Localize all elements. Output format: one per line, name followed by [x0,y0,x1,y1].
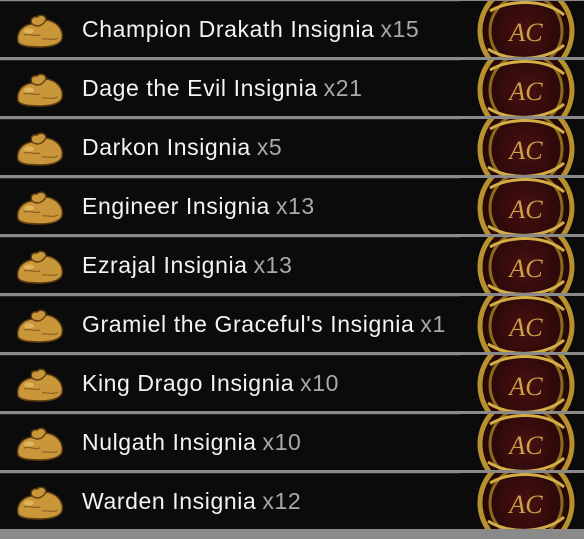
item-bag-icon [16,250,64,284]
item-name: Champion Drakath Insignia [82,16,375,42]
item-row[interactable]: Dage the Evil Insignia x21 AC [0,60,584,116]
ac-badge-icon: AC [460,119,584,175]
item-bag-icon [16,73,64,107]
item-label: Engineer Insignia x13 [82,178,315,234]
ac-badge-text: AC [507,431,543,460]
item-bag-icon [16,132,64,166]
ac-badge-text: AC [507,372,543,401]
item-bag-icon [16,427,64,461]
item-quantity: x10 [262,429,302,455]
ac-badge-icon: AC [460,414,584,470]
item-name: Darkon Insignia [82,134,251,160]
item-bag-icon [16,309,64,343]
item-label: Ezrajal Insignia x13 [82,237,292,293]
item-name: Nulgath Insignia [82,429,257,455]
ac-badge-text: AC [507,77,543,106]
item-row[interactable]: Champion Drakath Insignia x15 AC [0,1,584,57]
ac-badge-text: AC [507,254,543,283]
item-label: Nulgath Insignia x10 [82,414,301,470]
item-quantity: x1 [420,311,446,337]
item-label: Warden Insignia x12 [82,473,301,529]
item-name: Ezrajal Insignia [82,252,248,278]
ac-badge-icon: AC [460,473,584,529]
ac-badge-icon: AC [460,1,584,57]
item-bag-icon [16,191,64,225]
ac-badge-icon: AC [460,178,584,234]
item-name: Dage the Evil Insignia [82,75,318,101]
item-bag-icon [16,486,64,520]
item-label: King Drago Insignia x10 [82,355,339,411]
item-label: Dage the Evil Insignia x21 [82,60,363,116]
ac-badge-text: AC [507,490,543,519]
item-name: King Drago Insignia [82,370,295,396]
item-quantity: x12 [262,488,302,514]
item-label: Darkon Insignia x5 [82,119,282,175]
item-row[interactable]: King Drago Insignia x10 AC [0,355,584,411]
item-quantity: x5 [256,134,283,160]
ac-badge-icon: AC [460,355,584,411]
item-bag-icon [16,14,64,48]
item-row[interactable]: Ezrajal Insignia x13 AC [0,237,584,293]
item-quantity: x10 [300,370,340,396]
item-name: Gramiel the Graceful's Insignia [82,311,415,337]
ac-badge-icon: AC [460,296,584,352]
ac-badge-icon: AC [460,60,584,116]
ac-badge-text: AC [507,136,543,165]
item-row[interactable]: Gramiel the Graceful's Insignia x1 AC [0,296,584,352]
item-name: Warden Insignia [82,488,257,514]
item-quantity: x15 [380,16,420,42]
item-label: Gramiel the Graceful's Insignia x1 [82,296,446,352]
ac-badge-text: AC [507,195,543,224]
ac-badge-text: AC [507,313,543,342]
ac-badge-text: AC [507,18,543,47]
item-quantity: x21 [323,75,363,101]
item-name: Engineer Insignia [82,193,270,219]
item-quantity: x13 [275,193,315,219]
item-row[interactable]: Darkon Insignia x5 AC [0,119,584,175]
item-quantity: x13 [253,252,293,278]
item-bag-icon [16,368,64,402]
item-label: Champion Drakath Insignia x15 [82,1,419,57]
item-row[interactable]: Nulgath Insignia x10 AC [0,414,584,470]
ac-badge-icon: AC [460,237,584,293]
item-row[interactable]: Warden Insignia x12 AC [0,473,584,529]
inventory-item-list: Champion Drakath Insignia x15 AC Dage th… [0,0,584,539]
item-row[interactable]: Engineer Insignia x13 AC [0,178,584,234]
